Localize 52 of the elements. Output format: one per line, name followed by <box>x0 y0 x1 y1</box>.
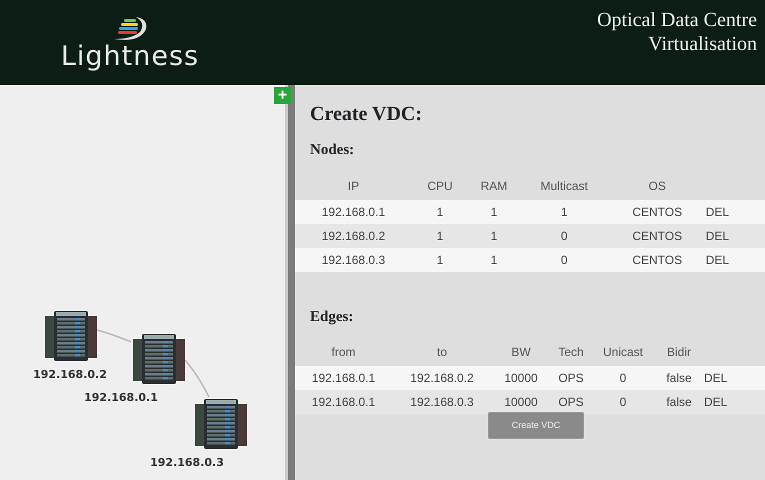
node-label: 192.168.0.2 <box>33 367 107 383</box>
column-header: Unicast <box>602 345 643 359</box>
table-cell: 192.168.0.3 <box>410 395 474 409</box>
link-line <box>184 360 210 398</box>
column-header: OS <box>648 178 666 192</box>
column-header: from <box>332 345 356 359</box>
column-header: to <box>436 345 447 359</box>
column-header: CPU <box>427 178 453 192</box>
column-header: RAM <box>480 178 508 192</box>
section-heading: Edges: <box>310 308 354 326</box>
table-cell: 1 <box>490 252 498 266</box>
link-line <box>96 329 132 343</box>
table-cell: OPS <box>558 395 584 409</box>
table-cell: 10000 <box>504 395 538 409</box>
table-cell: 192.168.0.2 <box>410 371 474 385</box>
table-cell: 1 <box>490 204 498 218</box>
server-icon[interactable] <box>45 310 97 362</box>
brand-name: Lightness <box>60 43 200 70</box>
table-cell: 1 <box>436 252 444 266</box>
table-cell: false <box>666 395 692 409</box>
table-cell: false <box>666 371 692 385</box>
table-cell: 192.168.0.2 <box>322 228 386 242</box>
table-cell: 1 <box>436 204 444 218</box>
table-cell: CENTOS <box>632 252 682 266</box>
table-cell: 192.168.0.1 <box>312 371 376 385</box>
table-cell: 0 <box>560 252 568 266</box>
column-header: BW <box>511 345 531 359</box>
section-heading: Nodes: <box>310 141 356 160</box>
table-cell: OPS <box>558 371 584 385</box>
table-cell: 10000 <box>504 371 538 385</box>
table-cell: 1 <box>560 204 568 218</box>
table-cell: CENTOS <box>632 228 682 242</box>
table-cell: 1 <box>436 228 444 242</box>
column-header: Multicast <box>540 178 588 192</box>
table-cell: 192.168.0.3 <box>322 252 386 266</box>
table-cell: 0 <box>620 395 626 409</box>
table-cell: 0 <box>620 371 626 385</box>
column-header: IP <box>348 178 360 192</box>
node-label: 192.168.0.3 <box>150 455 224 471</box>
table-cell: 192.168.0.1 <box>322 204 386 218</box>
table-cell: 192.168.0.1 <box>312 395 376 409</box>
panel-splitter[interactable] <box>285 85 295 480</box>
column-header: Tech <box>558 345 584 359</box>
table-cell: 1 <box>490 228 498 242</box>
app-title: Optical Data Centre Virtualisation <box>597 8 758 57</box>
node-label: 192.168.0.1 <box>84 390 158 406</box>
table-cell: CENTOS <box>632 204 682 218</box>
form-title: Create VDC: <box>310 102 424 127</box>
column-header: Bidir <box>666 345 691 359</box>
server-icon[interactable] <box>195 398 247 450</box>
server-icon[interactable] <box>133 333 185 385</box>
table-cell: 0 <box>560 228 568 242</box>
